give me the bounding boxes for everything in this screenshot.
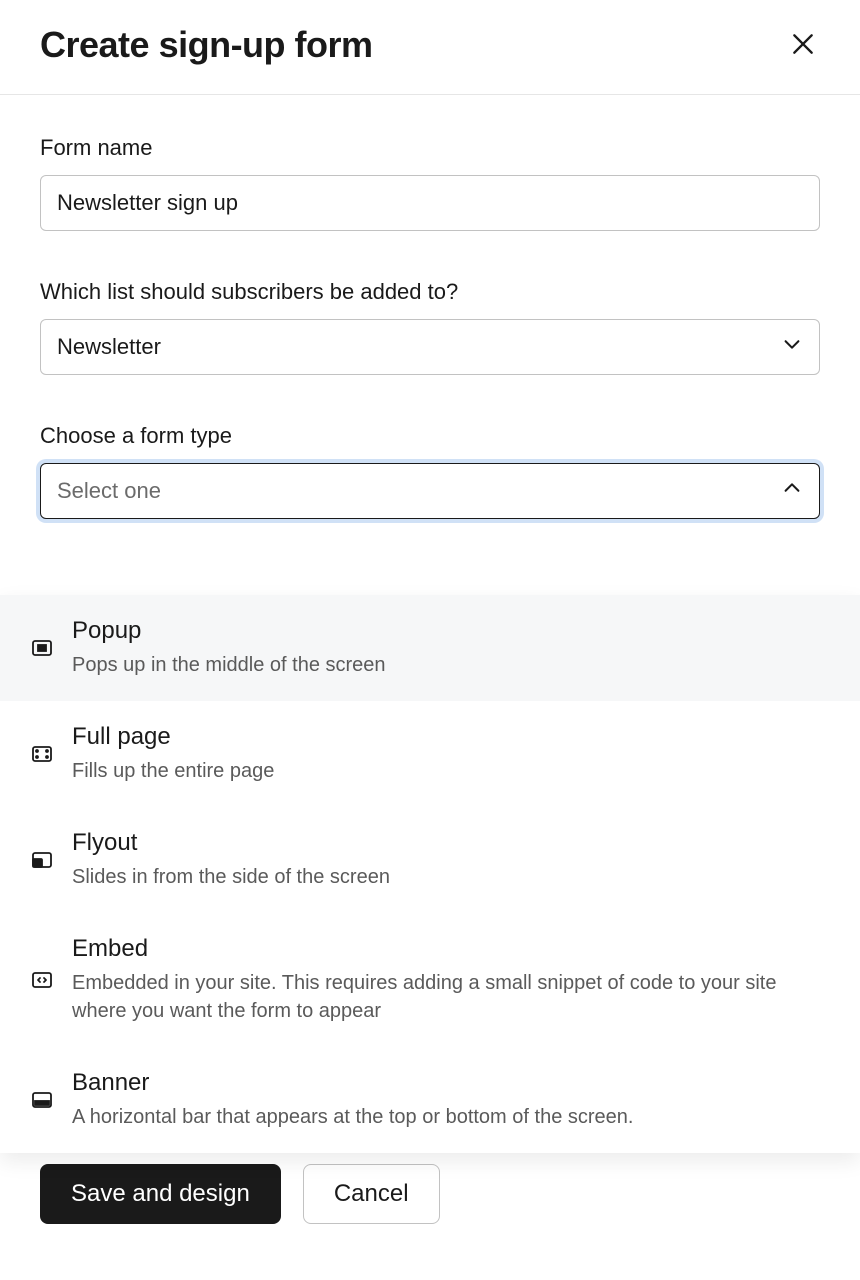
close-icon — [790, 31, 816, 60]
option-desc: A horizontal bar that appears at the top… — [72, 1103, 633, 1131]
option-title: Popup — [72, 617, 386, 645]
list-select[interactable]: Newsletter — [40, 319, 820, 375]
embed-icon — [30, 968, 54, 992]
chevron-up-icon — [781, 477, 803, 505]
option-banner[interactable]: Banner A horizontal bar that appears at … — [0, 1047, 860, 1153]
banner-icon — [30, 1088, 54, 1112]
option-desc: Slides in from the side of the screen — [72, 863, 390, 891]
page-title: Create sign-up form — [40, 24, 373, 66]
form-name-input[interactable] — [40, 175, 820, 231]
option-title: Banner — [72, 1069, 633, 1097]
option-desc: Pops up in the middle of the screen — [72, 651, 386, 679]
cancel-button[interactable]: Cancel — [303, 1164, 440, 1224]
list-select-value: Newsletter — [57, 334, 161, 360]
save-and-design-button[interactable]: Save and design — [40, 1164, 281, 1224]
option-full-page[interactable]: Full page Fills up the entire page — [0, 701, 860, 807]
option-desc: Embedded in your site. This requires add… — [72, 969, 830, 1025]
fullpage-icon — [30, 742, 54, 766]
form-type-select[interactable]: Select one — [40, 463, 820, 519]
form-type-label: Choose a form type — [40, 423, 820, 449]
option-flyout[interactable]: Flyout Slides in from the side of the sc… — [0, 807, 860, 913]
flyout-icon — [30, 848, 54, 872]
option-title: Full page — [72, 723, 274, 751]
close-button[interactable] — [786, 27, 820, 64]
option-title: Embed — [72, 935, 830, 963]
chevron-down-icon — [781, 333, 803, 361]
form-name-label: Form name — [40, 135, 820, 161]
list-select-label: Which list should subscribers be added t… — [40, 279, 820, 305]
option-title: Flyout — [72, 829, 390, 857]
option-popup[interactable]: Popup Pops up in the middle of the scree… — [0, 595, 860, 701]
form-type-placeholder: Select one — [57, 478, 161, 504]
option-desc: Fills up the entire page — [72, 757, 274, 785]
option-embed[interactable]: Embed Embedded in your site. This requir… — [0, 913, 860, 1047]
popup-icon — [30, 636, 54, 660]
form-type-dropdown: Popup Pops up in the middle of the scree… — [0, 595, 860, 1153]
